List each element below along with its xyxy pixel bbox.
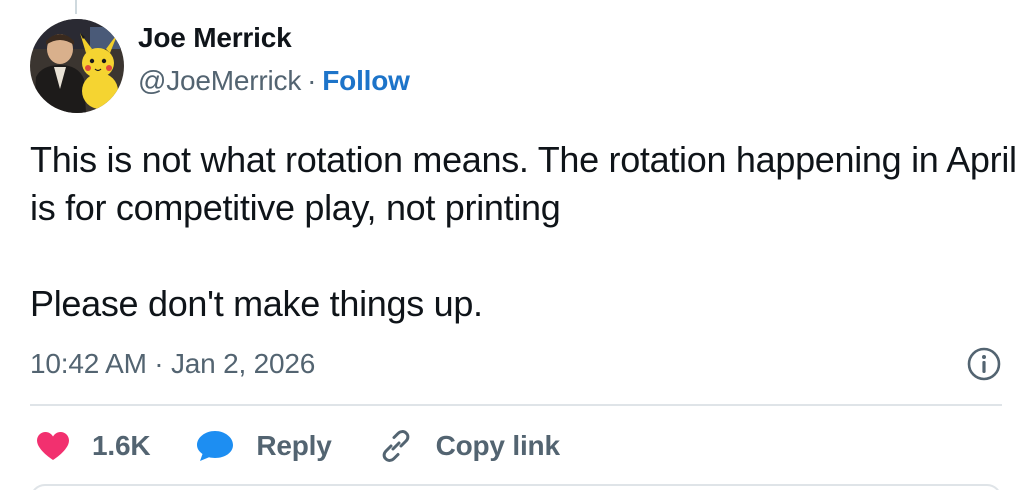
follow-button[interactable]: Follow — [322, 65, 410, 96]
speech-bubble-icon — [197, 431, 234, 461]
action-bar: 1.6K Reply Copy link — [36, 424, 606, 468]
user-meta: Joe Merrick @JoeMerrick · Follow — [138, 22, 410, 98]
avatar[interactable] — [30, 19, 124, 113]
read-replies-button[interactable] — [30, 484, 1002, 490]
heart-icon — [37, 432, 69, 460]
reply-button[interactable]: Reply — [196, 430, 332, 462]
reply-label: Reply — [256, 430, 332, 461]
timestamp[interactable]: 10:42 AM · Jan 2, 2026 — [30, 348, 315, 380]
copy-link-button[interactable]: Copy link — [378, 428, 560, 464]
link-icon — [382, 430, 409, 462]
display-name[interactable]: Joe Merrick — [138, 21, 410, 55]
thread-connector-line — [75, 0, 77, 14]
avatar-photo — [30, 19, 124, 113]
tweet-paragraph-2: Please don't make things up. — [30, 283, 483, 324]
tweet-text: This is not what rotation means. The rot… — [30, 136, 1020, 328]
divider — [30, 404, 1002, 406]
tweet-paragraph-1: This is not what rotation means. The rot… — [30, 139, 1017, 228]
separator-dot: · — [307, 64, 317, 96]
timestamp-row: 10:42 AM · Jan 2, 2026 — [30, 344, 1002, 384]
handle-row: @JoeMerrick · Follow — [138, 64, 410, 98]
like-count: 1.6K — [92, 430, 151, 461]
like-button[interactable]: 1.6K — [36, 430, 151, 462]
user-handle[interactable]: @JoeMerrick — [138, 65, 301, 96]
tweet-header: Joe Merrick @JoeMerrick · Follow — [30, 18, 410, 114]
copy-link-label: Copy link — [435, 430, 560, 461]
info-icon[interactable] — [966, 346, 1002, 382]
